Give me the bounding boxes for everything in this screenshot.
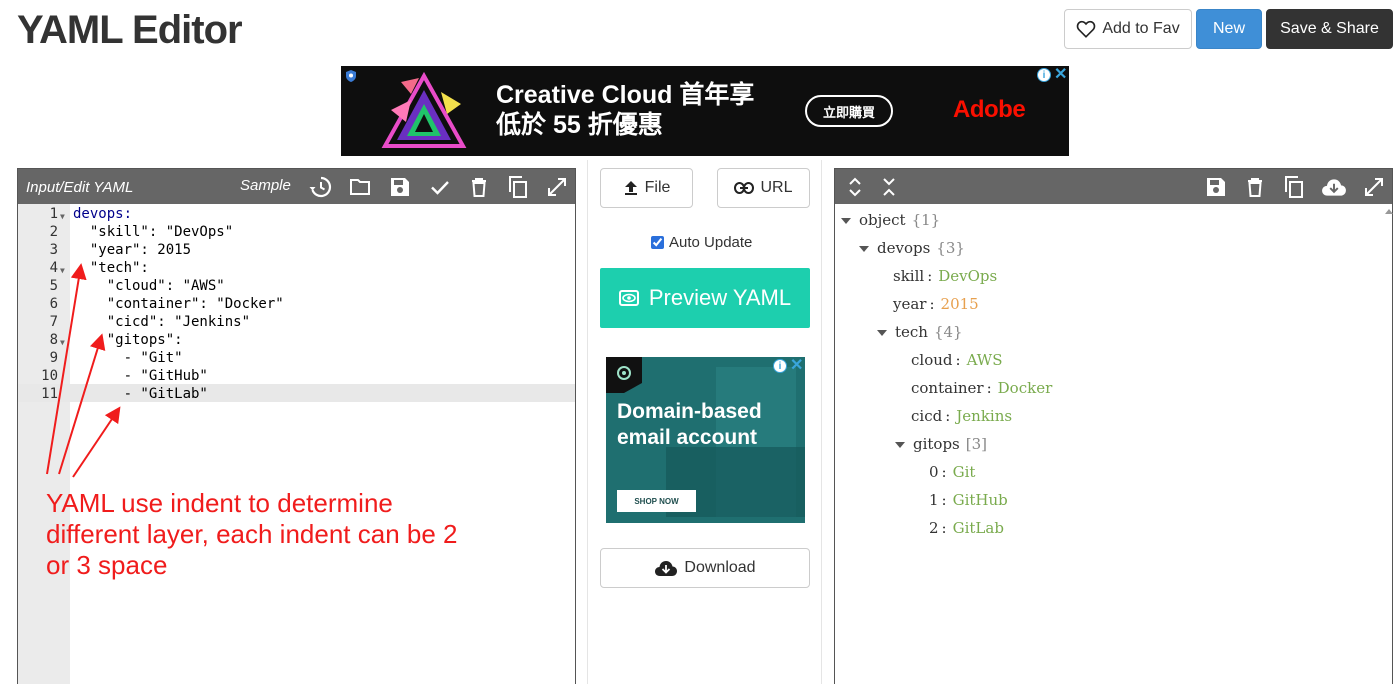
add-to-fav-button[interactable]: Add to Fav	[1064, 9, 1192, 49]
tree-key: gitops	[913, 435, 960, 453]
add-to-fav-label: Add to Fav	[1102, 20, 1180, 37]
tree-value: Jenkins	[956, 407, 1013, 425]
tree-value: Docker	[997, 379, 1053, 397]
tree-key: tech	[895, 323, 928, 341]
caret-down-icon[interactable]	[841, 218, 851, 224]
tree-key: devops	[877, 239, 931, 257]
file-button-label: File	[644, 179, 671, 196]
expand-all-icon[interactable]	[843, 175, 867, 199]
tree-key: container	[911, 379, 984, 397]
ad-close-icon[interactable]: ✕	[790, 358, 803, 374]
collapse-all-icon[interactable]	[877, 175, 901, 199]
tree-node-container[interactable]: container: Docker	[911, 377, 1052, 399]
creative-cloud-artwork	[381, 70, 467, 152]
preview-yaml-label: Preview YAML	[648, 285, 792, 310]
ad-brand-icon	[616, 365, 632, 386]
yaml-input-panel: Input/Edit YAML Sample 1 2 3 4 5 6 7 8 9…	[17, 168, 576, 684]
download-button-label: Download	[684, 559, 756, 576]
tree-key: skill	[893, 267, 925, 285]
yaml-tree-viewer: object {1} devops {3} skill: DevOps year:20…	[834, 168, 1393, 684]
ad-banner-side[interactable]: i ✕ Domain-based email account SHOP NOW	[606, 357, 805, 523]
preview-yaml-button[interactable]: Preview YAML	[600, 268, 810, 328]
ad-shield-icon	[344, 69, 358, 83]
tree-key: 1	[929, 491, 939, 509]
ad-headline: Creative Cloud 首年享 低於 55 折優惠	[496, 80, 754, 140]
tree-node-tech[interactable]: tech {4}	[877, 321, 963, 343]
file-button[interactable]: File	[600, 168, 693, 208]
ad-choices-icon[interactable]: i	[1037, 68, 1051, 82]
tree-key: year	[893, 295, 927, 313]
ad-close-icon[interactable]: ✕	[1054, 67, 1067, 83]
tree-node-devops[interactable]: devops {3}	[859, 237, 965, 259]
trash-icon[interactable]	[1243, 175, 1267, 199]
heart-icon	[1076, 20, 1096, 38]
tree-value: GitHub	[952, 491, 1008, 509]
adobe-logo: Adobe	[953, 96, 1026, 123]
tree-count: [3]	[965, 435, 988, 453]
tree-node-skill[interactable]: skill: DevOps	[893, 265, 997, 287]
tree-count: {3}	[936, 239, 965, 257]
url-button-label: URL	[760, 179, 793, 196]
tree-key: 2	[929, 519, 939, 537]
cloud-download-icon	[654, 559, 678, 577]
tree-count: {4}	[933, 323, 963, 341]
tree-node-gitops[interactable]: gitops [3]	[895, 433, 987, 455]
tree-node-cicd[interactable]: cicd: Jenkins	[911, 405, 1012, 427]
url-button[interactable]: URL	[717, 168, 810, 208]
download-button[interactable]: Download	[600, 548, 810, 588]
tree-value: 2015	[940, 295, 979, 313]
ad-headline-line1: Creative Cloud 首年享	[496, 81, 755, 109]
ad-banner-top[interactable]: Creative Cloud 首年享 低於 55 折優惠 立即購買 Adobe …	[341, 66, 1069, 156]
tree-value: DevOps	[938, 267, 998, 285]
indent-annotation: YAML use indent to determine different l…	[46, 488, 458, 580]
new-button[interactable]: New	[1196, 9, 1262, 49]
tree-node-item[interactable]: 0: Git	[929, 461, 975, 483]
auto-update-label: Auto Update	[669, 234, 753, 251]
tree-value: Git	[952, 463, 976, 481]
tree-node-item[interactable]: 2: GitLab	[929, 517, 1004, 539]
tree-node-cloud[interactable]: cloud: AWS	[911, 349, 1002, 371]
annotation-arrows	[46, 263, 121, 478]
auto-update-toggle[interactable]: Auto Update	[651, 234, 752, 251]
save-icon[interactable]	[1204, 175, 1228, 199]
caret-down-icon[interactable]	[859, 246, 869, 252]
ad-headline-line2: 低於 55 折優惠	[496, 111, 663, 139]
tree-key: cloud	[911, 351, 953, 369]
eye-icon	[618, 290, 639, 306]
ad-side-headline: Domain-based email account	[617, 400, 762, 449]
upload-icon	[623, 180, 639, 196]
tree-key: object	[859, 211, 906, 229]
copy-icon[interactable]	[1282, 175, 1306, 199]
tree-count: {1}	[911, 211, 941, 229]
tree-node-year[interactable]: year:2015	[893, 293, 979, 315]
tree-value: GitLab	[952, 519, 1004, 537]
link-icon	[734, 182, 755, 194]
cloud-download-icon[interactable]	[1321, 175, 1346, 199]
caret-down-icon[interactable]	[877, 330, 887, 336]
tree-node-item[interactable]: 1: GitHub	[929, 489, 1008, 511]
tree-value: AWS	[966, 351, 1003, 369]
viewer-toolbar	[835, 169, 1392, 204]
tree-key: cicd	[911, 407, 943, 425]
tree-node-root[interactable]: object {1}	[841, 209, 940, 231]
save-share-button[interactable]: Save & Share	[1266, 9, 1393, 49]
caret-down-icon[interactable]	[895, 442, 905, 448]
ad-cta-button[interactable]: 立即購買	[805, 95, 893, 127]
auto-update-checkbox[interactable]	[651, 236, 664, 249]
scroll-up-icon[interactable]	[1385, 209, 1393, 214]
ad-side-cta-button[interactable]: SHOP NOW	[617, 490, 696, 512]
ad-choices-icon[interactable]: i	[773, 359, 787, 373]
page-title: YAML Editor	[17, 8, 243, 52]
fullscreen-icon[interactable]	[1362, 175, 1386, 199]
tree-key: 0	[929, 463, 939, 481]
